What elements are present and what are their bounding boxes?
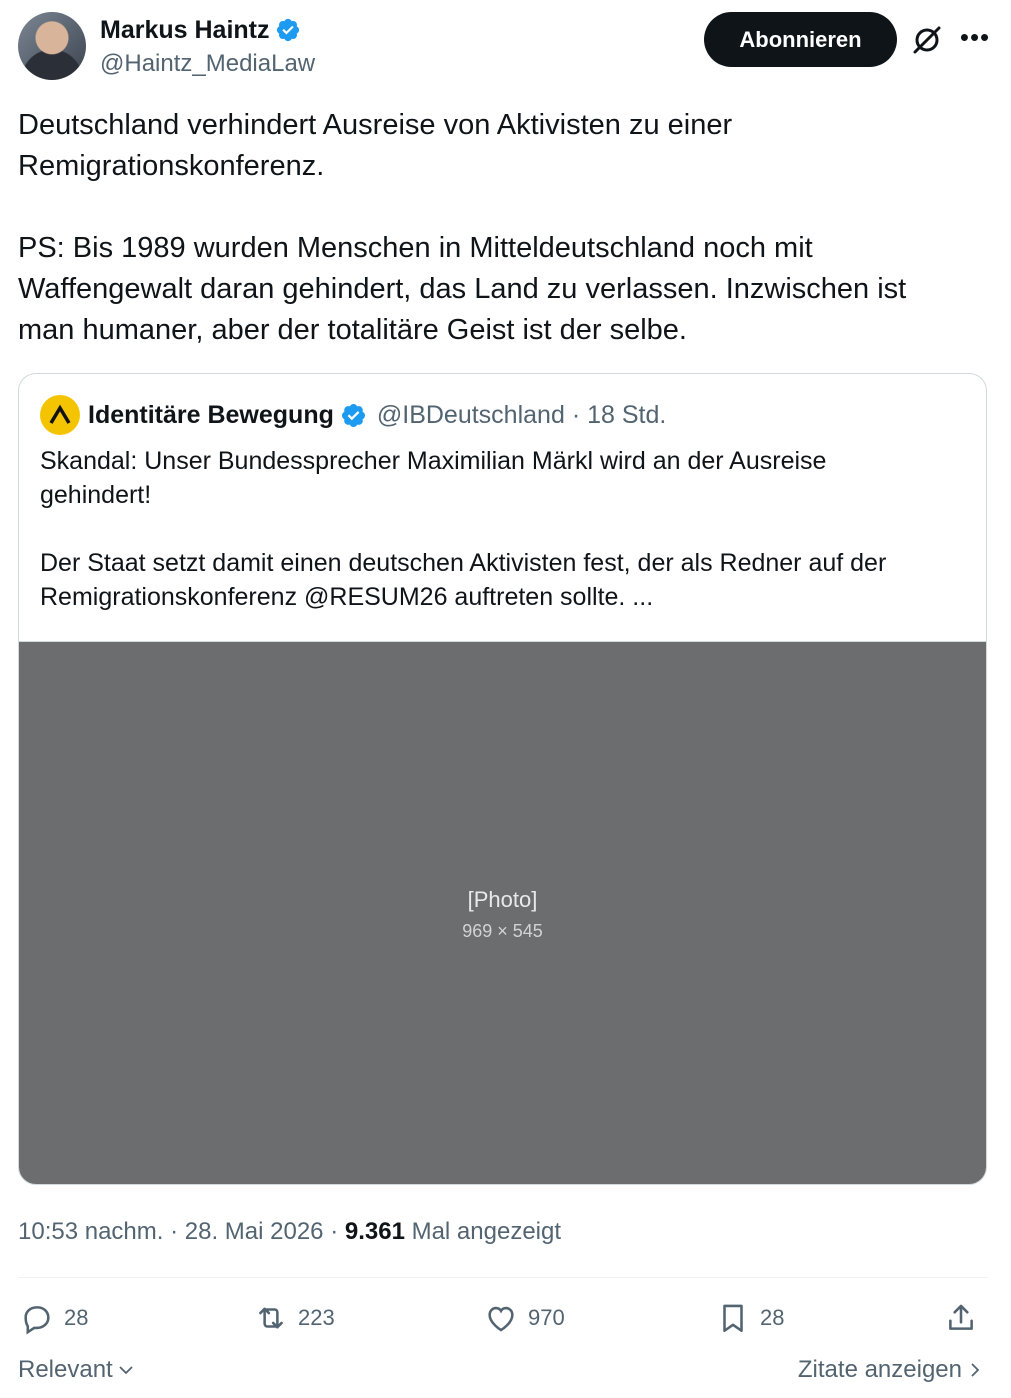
post-footer: Relevant Zitate anzeigen	[18, 1356, 988, 1390]
quoted-post-header: Identitäre Bewegung @IBDeutschland · 18 …	[40, 394, 666, 436]
heart-icon	[488, 1306, 514, 1332]
chevron-down-icon	[119, 1366, 133, 1375]
lambda-logo-icon	[49, 404, 71, 424]
reply-icon	[24, 1306, 50, 1335]
divider	[18, 1277, 988, 1278]
post-text-line: Waffengewalt daran gehindert, das Land z…	[18, 273, 907, 305]
quoted-post-image-placeholder[interactable]: [Photo] 969 × 545	[19, 641, 986, 1184]
author-name[interactable]: Markus Haintz	[100, 14, 269, 46]
views-label: Mal angezeigt	[404, 1218, 562, 1245]
bookmark-icon	[723, 1304, 743, 1333]
repost-count: 223	[298, 1305, 335, 1330]
quoted-text-line: Skandal: Unser Bundessprecher Maximilian…	[40, 447, 827, 475]
post-text-line: Remigrationskonferenz.	[18, 150, 325, 182]
quoted-post-text: Skandal: Unser Bundessprecher Maximilian…	[40, 444, 965, 614]
quoted-text-line: gehindert!	[40, 481, 152, 509]
author-handle[interactable]: @Haintz_MediaLaw	[100, 48, 315, 80]
quoted-post-time[interactable]: · 18 Std.	[565, 401, 667, 430]
post-text-line: man humaner, aber der totalitäre Geist i…	[18, 314, 687, 346]
post-text-line: Deutschland verhindert Ausreise von Akti…	[18, 109, 733, 141]
more-icon[interactable]: •••	[958, 22, 992, 56]
image-placeholder-dims: 969 × 545	[462, 921, 543, 941]
repost-button[interactable]: 223	[254, 1296, 335, 1340]
grok-icon[interactable]	[910, 23, 944, 57]
view-quotes-link[interactable]: Zitate anzeigen	[798, 1356, 984, 1384]
image-placeholder-label: [Photo]	[467, 887, 538, 912]
repost-icon	[259, 1307, 283, 1329]
quoted-text-line: Remigrationskonferenz @RESUM26 auftreten…	[40, 583, 654, 611]
action-bar: 28 223 970 28	[18, 1296, 988, 1340]
reply-button[interactable]: 28	[20, 1296, 88, 1340]
sort-dropdown[interactable]: Relevant	[18, 1356, 135, 1384]
quoted-text-line: Der Staat setzt damit einen deutschen Ak…	[40, 549, 887, 577]
views-count: 9.361	[344, 1218, 405, 1245]
verified-badge-icon	[341, 403, 365, 427]
post-timestamp[interactable]: 10:53 nachm. · 28. Mai 2026 ·	[18, 1218, 345, 1245]
follow-button[interactable]: Abonnieren	[704, 12, 897, 67]
quoted-author-avatar[interactable]	[40, 395, 80, 435]
quoted-author-name[interactable]: Identitäre Bewegung	[88, 401, 334, 430]
verified-badge-icon	[277, 18, 300, 42]
post-text-line: PS: Bis 1989 wurden Menschen in Mittelde…	[18, 232, 813, 264]
bookmark-count: 28	[760, 1305, 785, 1330]
share-button[interactable]	[944, 1296, 988, 1340]
quoted-author-handle[interactable]: @IBDeutschland	[377, 401, 565, 430]
chevron-right-icon	[971, 1363, 980, 1377]
quoted-post[interactable]: Identitäre Bewegung @IBDeutschland · 18 …	[18, 373, 987, 1185]
author-name-row[interactable]: Markus Haintz	[100, 14, 301, 46]
sort-label: Relevant	[18, 1356, 113, 1383]
reply-count: 28	[64, 1305, 89, 1330]
author-avatar[interactable]	[18, 12, 86, 80]
like-count: 970	[528, 1305, 565, 1330]
share-icon	[949, 1304, 973, 1330]
view-quotes-label: Zitate anzeigen	[797, 1356, 962, 1383]
post-text: Deutschland verhindert Ausreise von Akti…	[18, 105, 978, 351]
like-button[interactable]: 970	[484, 1296, 565, 1340]
post-meta: 10:53 nachm. · 28. Mai 2026 · 9.361 Mal …	[18, 1216, 561, 1248]
bookmark-button[interactable]: 28	[716, 1296, 784, 1340]
post-header: Markus Haintz @Haintz_MediaLaw Abonniere…	[18, 12, 993, 82]
